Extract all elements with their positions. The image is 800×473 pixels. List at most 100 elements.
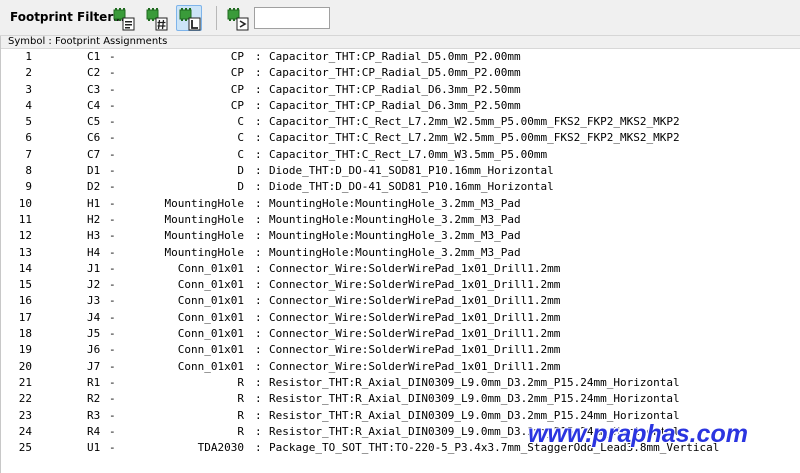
table-row[interactable]: 21 R1 R Resistor_THT:R_Axial_DIN0309_L9.0mm… bbox=[1, 375, 800, 391]
row-reference: R1 bbox=[87, 375, 101, 389]
row-number: 21 bbox=[18, 375, 32, 389]
row-footprint: Connector_Wire:SolderWirePad_1x01_Drill1… bbox=[269, 278, 561, 292]
row-reference: C3 bbox=[87, 82, 101, 96]
row-number: 12 bbox=[18, 229, 32, 243]
row-dash-separator: - bbox=[109, 408, 116, 422]
row-reference: R4 bbox=[87, 424, 101, 438]
row-colon-separator: : bbox=[255, 229, 262, 243]
table-row[interactable]: 22 R2 R Resistor_THT:R_Axial_DIN0309_L9.0mm… bbox=[1, 391, 800, 407]
row-value: MountingHole bbox=[164, 245, 244, 259]
row-value: Conn_01x01 bbox=[177, 343, 244, 357]
table-row[interactable]: 5 C5 C Capacitor_THT:C_Rect_L7.2mm_W2.5mm_P… bbox=[1, 114, 800, 130]
table-row[interactable]: 19 J6 Conn_01x01 Connector_Wire:SolderWireP… bbox=[1, 342, 800, 358]
row-footprint: Connector_Wire:SolderWirePad_1x01_Drill1… bbox=[269, 294, 561, 308]
row-number: 6 bbox=[25, 131, 32, 145]
table-row[interactable]: 7 C7 C Capacitor_THT:C_Rect_L7.0mm_W3.5mm_P… bbox=[1, 147, 800, 163]
table-row[interactable]: 17 J4 Conn_01x01 Connector_Wire:SolderWireP… bbox=[1, 310, 800, 326]
row-dash-separator: - bbox=[109, 261, 116, 275]
filter-by-keywords-button[interactable] bbox=[110, 5, 136, 31]
table-row[interactable]: 16 J3 Conn_01x01 Connector_Wire:SolderWireP… bbox=[1, 293, 800, 309]
filter-text-icon bbox=[227, 8, 249, 31]
row-footprint: Capacitor_THT:CP_Radial_D5.0mm_P2.00mm bbox=[269, 66, 521, 80]
row-footprint: MountingHole:MountingHole_3.2mm_M3_Pad bbox=[269, 212, 521, 226]
row-number: 19 bbox=[18, 343, 32, 357]
row-dash-separator: - bbox=[109, 212, 116, 226]
table-row[interactable]: 18 J5 Conn_01x01 Connector_Wire:SolderWireP… bbox=[1, 326, 800, 342]
row-footprint: Capacitor_THT:CP_Radial_D6.3mm_P2.50mm bbox=[269, 98, 521, 112]
row-reference: H1 bbox=[87, 196, 101, 210]
row-reference: J3 bbox=[87, 294, 101, 308]
row-footprint: MountingHole:MountingHole_3.2mm_M3_Pad bbox=[269, 245, 521, 259]
row-number: 4 bbox=[25, 98, 32, 112]
filter-keywords-icon bbox=[113, 8, 135, 31]
row-number: 2 bbox=[25, 66, 32, 80]
row-value: R bbox=[237, 408, 244, 422]
row-value: Conn_01x01 bbox=[177, 310, 244, 324]
table-row[interactable]: 14 J1 Conn_01x01 Connector_Wire:SolderWireP… bbox=[1, 261, 800, 277]
row-colon-separator: : bbox=[255, 375, 262, 389]
filter-library-icon bbox=[179, 8, 201, 31]
table-row[interactable]: 15 J2 Conn_01x01 Connector_Wire:SolderWireP… bbox=[1, 277, 800, 293]
table-row[interactable]: 11 H2 MountingHole MountingHole:MountingHol… bbox=[1, 212, 800, 228]
filter-by-library-button[interactable] bbox=[176, 5, 202, 31]
row-reference: C2 bbox=[87, 66, 101, 80]
row-footprint: Capacitor_THT:CP_Radial_D5.0mm_P2.00mm bbox=[269, 50, 521, 63]
row-value: D bbox=[237, 164, 244, 178]
row-dash-separator: - bbox=[109, 424, 116, 438]
row-colon-separator: : bbox=[255, 278, 262, 292]
filter-pin-count-icon bbox=[146, 8, 168, 31]
row-footprint: MountingHole:MountingHole_3.2mm_M3_Pad bbox=[269, 196, 521, 210]
table-row[interactable]: 4 C4 CP Capacitor_THT:CP_Radial_D6.3mm_P2.5… bbox=[1, 98, 800, 114]
row-dash-separator: - bbox=[109, 392, 116, 406]
table-row[interactable]: 10 H1 MountingHole MountingHole:MountingHol… bbox=[1, 196, 800, 212]
row-reference: D1 bbox=[87, 164, 101, 178]
table-row[interactable]: 9 D2 D Diode_THT:D_DO-41_SOD81_P10.16mm_Hor… bbox=[1, 179, 800, 195]
row-footprint: Diode_THT:D_DO-41_SOD81_P10.16mm_Horizon… bbox=[269, 180, 554, 194]
table-row[interactable]: 12 H3 MountingHole MountingHole:MountingHol… bbox=[1, 228, 800, 244]
row-colon-separator: : bbox=[255, 359, 262, 373]
row-value: C bbox=[237, 131, 244, 145]
footprint-filter-input[interactable] bbox=[254, 7, 330, 29]
row-number: 7 bbox=[25, 147, 32, 161]
row-value: Conn_01x01 bbox=[177, 294, 244, 308]
row-value: MountingHole bbox=[164, 196, 244, 210]
row-value: MountingHole bbox=[164, 229, 244, 243]
row-number: 24 bbox=[18, 424, 32, 438]
row-value: CP bbox=[230, 66, 244, 80]
row-colon-separator: : bbox=[255, 245, 262, 259]
table-row[interactable]: 13 H4 MountingHole MountingHole:MountingHol… bbox=[1, 245, 800, 261]
footprint-filters-label: Footprint Filters: bbox=[10, 10, 126, 24]
table-row[interactable]: 20 J7 Conn_01x01 Connector_Wire:SolderWireP… bbox=[1, 359, 800, 375]
table-row[interactable]: 2 C2 CP Capacitor_THT:CP_Radial_D5.0mm_P2.0… bbox=[1, 65, 800, 81]
row-value: CP bbox=[230, 98, 244, 112]
row-reference: J5 bbox=[87, 327, 101, 341]
row-dash-separator: - bbox=[109, 229, 116, 243]
row-colon-separator: : bbox=[255, 327, 262, 341]
row-reference: J7 bbox=[87, 359, 101, 373]
footprint-filter-toolbar: Footprint Filters: bbox=[0, 0, 800, 36]
row-reference: J4 bbox=[87, 310, 101, 324]
row-colon-separator: : bbox=[255, 441, 262, 455]
table-row[interactable]: 6 C6 C Capacitor_THT:C_Rect_L7.2mm_W2.5mm_P… bbox=[1, 130, 800, 146]
row-dash-separator: - bbox=[109, 441, 116, 455]
row-reference: J1 bbox=[87, 261, 101, 275]
filter-by-pin-count-button[interactable] bbox=[143, 5, 169, 31]
row-footprint: Diode_THT:D_DO-41_SOD81_P10.16mm_Horizon… bbox=[269, 164, 554, 178]
row-number: 1 bbox=[25, 50, 32, 63]
row-number: 17 bbox=[18, 310, 32, 324]
row-footprint: MountingHole:MountingHole_3.2mm_M3_Pad bbox=[269, 229, 521, 243]
row-footprint: Resistor_THT:R_Axial_DIN0309_L9.0mm_D3.2… bbox=[269, 375, 680, 389]
filter-by-text-button[interactable] bbox=[224, 5, 250, 31]
row-number: 16 bbox=[18, 294, 32, 308]
table-row[interactable]: 8 D1 D Diode_THT:D_DO-41_SOD81_P10.16mm_Hor… bbox=[1, 163, 800, 179]
row-colon-separator: : bbox=[255, 66, 262, 80]
row-value: Conn_01x01 bbox=[177, 359, 244, 373]
row-dash-separator: - bbox=[109, 147, 116, 161]
table-row[interactable]: 3 C3 CP Capacitor_THT:CP_Radial_D6.3mm_P2.5… bbox=[1, 82, 800, 98]
symbol-footprint-assignments-list[interactable]: Symbol : Footprint Assignments 1 C1 CP Capa… bbox=[0, 36, 800, 473]
row-reference: H4 bbox=[87, 245, 101, 259]
row-value: Conn_01x01 bbox=[177, 278, 244, 292]
row-value: C bbox=[237, 147, 244, 161]
table-row[interactable]: 1 C1 CP Capacitor_THT:CP_Radial_D5.0mm_P2.0… bbox=[1, 49, 800, 65]
row-dash-separator: - bbox=[109, 164, 116, 178]
